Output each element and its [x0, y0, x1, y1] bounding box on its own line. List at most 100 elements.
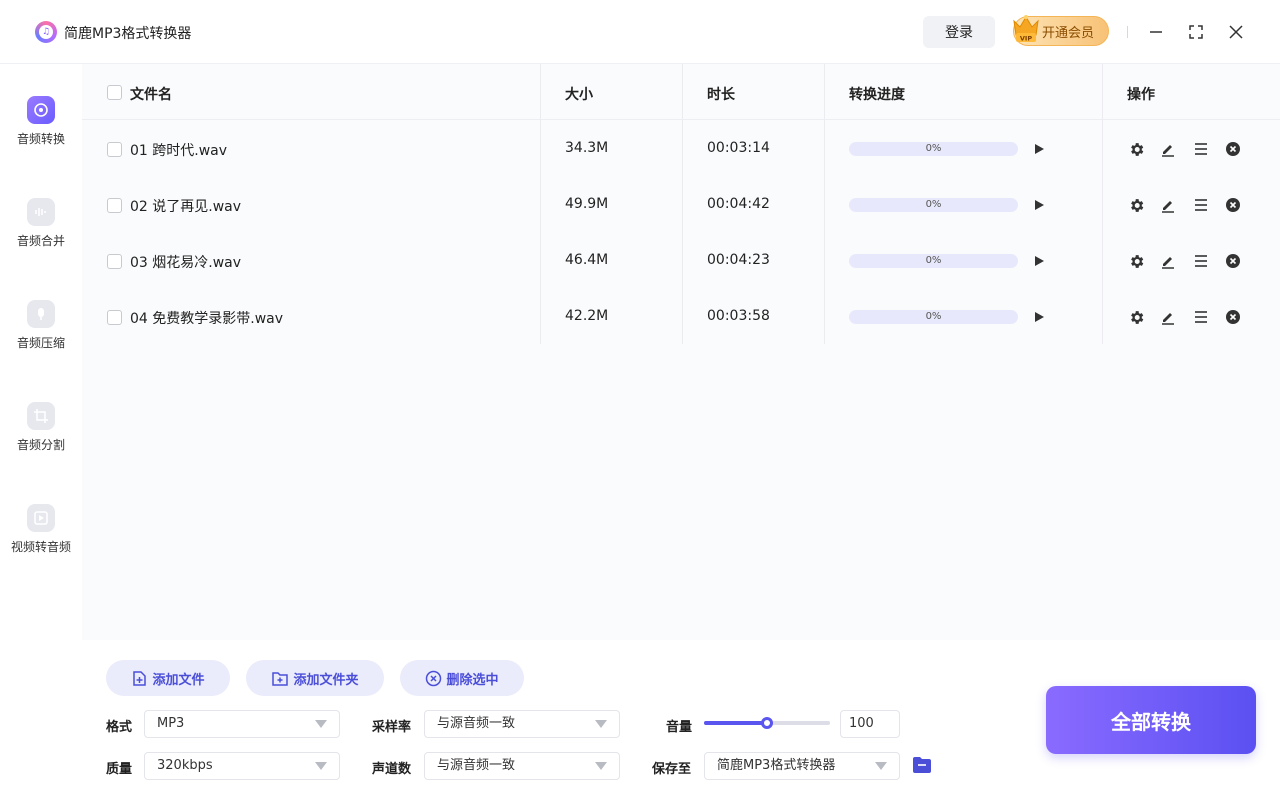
table-row[interactable]: 03 烟花易冷.wav 46.4M 00:04:23 0%	[82, 233, 1280, 289]
pencil-icon	[1162, 201, 1174, 213]
play-icon[interactable]	[1032, 254, 1046, 268]
remove-button[interactable]	[1224, 140, 1242, 158]
caret-down-icon	[595, 762, 607, 770]
list-icon	[1195, 199, 1207, 211]
sidebar: 音频转换 音频合并 音频压缩 音频分割 视频转音频	[0, 64, 82, 800]
settings-button[interactable]	[1127, 140, 1145, 158]
file-size: 46.4M	[565, 252, 609, 268]
file-size: 42.2M	[565, 308, 609, 324]
file-size: 34.3M	[565, 140, 609, 156]
add-file-icon	[133, 670, 147, 686]
delete-selected-button[interactable]: 删除选中	[400, 660, 524, 696]
sidebar-item-audio-convert[interactable]: 音频转换	[0, 96, 82, 176]
add-file-button[interactable]: 添加文件	[106, 660, 230, 696]
row-checkbox[interactable]	[107, 142, 122, 157]
samplerate-value: 与源音频一致	[437, 716, 516, 731]
header-duration: 时长	[707, 87, 735, 103]
volume-slider-fill	[704, 721, 767, 725]
list-icon	[1195, 311, 1207, 323]
volume-slider[interactable]	[704, 717, 830, 729]
add-folder-button[interactable]: 添加文件夹	[246, 660, 384, 696]
row-checkbox[interactable]	[107, 198, 122, 213]
sidebar-item-label: 视频转音频	[10, 540, 71, 554]
caret-down-icon	[315, 720, 327, 728]
header-progress: 转换进度	[849, 87, 905, 103]
edit-button[interactable]	[1159, 252, 1177, 270]
sidebar-item-audio-split[interactable]: 音频分割	[0, 402, 82, 482]
file-duration: 00:03:14	[707, 140, 770, 156]
select-all-checkbox[interactable]	[107, 85, 122, 100]
edit-button[interactable]	[1159, 140, 1177, 158]
row-checkbox[interactable]	[107, 254, 122, 269]
close-button[interactable]	[1224, 20, 1248, 44]
file-size: 49.9M	[565, 196, 609, 212]
channels-select[interactable]: 与源音频一致	[424, 752, 620, 780]
play-icon[interactable]	[1032, 142, 1046, 156]
progress-text: 0%	[925, 143, 942, 154]
row-checkbox[interactable]	[107, 310, 122, 325]
file-name: 04 免费教学录影带.wav	[130, 311, 284, 327]
titlebar-divider	[1127, 26, 1128, 38]
sidebar-item-label: 音频压缩	[16, 336, 65, 350]
sidebar-item-label: 音频分割	[16, 438, 65, 452]
remove-button[interactable]	[1224, 196, 1242, 214]
quality-label: 质量	[106, 762, 133, 777]
file-name: 02 说了再见.wav	[130, 199, 242, 215]
edit-button[interactable]	[1159, 308, 1177, 326]
format-select[interactable]: MP3	[144, 710, 340, 738]
channels-label: 声道数	[372, 762, 412, 777]
progress-bar: 0%	[849, 254, 1018, 268]
close-circle-icon	[1226, 310, 1240, 324]
remove-button[interactable]	[1224, 308, 1242, 326]
sidebar-item-audio-merge[interactable]: 音频合并	[0, 198, 82, 278]
samplerate-select[interactable]: 与源音频一致	[424, 710, 620, 738]
file-name: 01 跨时代.wav	[130, 143, 228, 159]
menu-button[interactable]	[1192, 196, 1210, 214]
volume-input[interactable]: 100	[840, 710, 900, 738]
gear-icon	[1130, 142, 1143, 156]
edit-button[interactable]	[1159, 196, 1177, 214]
maximize-button[interactable]	[1184, 20, 1208, 44]
sidebar-item-audio-compress[interactable]: 音频压缩	[0, 300, 82, 380]
format-value: MP3	[157, 716, 185, 731]
add-folder-icon	[272, 671, 289, 686]
sidebar-item-label: 音频合并	[16, 234, 65, 248]
convert-all-button[interactable]: 全部转换	[1046, 686, 1256, 754]
table-row[interactable]: 04 免费教学录影带.wav 42.2M 00:03:58 0%	[82, 289, 1280, 345]
folder-icon[interactable]	[912, 756, 932, 774]
quality-value: 320kbps	[157, 758, 213, 773]
menu-button[interactable]	[1192, 308, 1210, 326]
file-name: 03 烟花易冷.wav	[130, 255, 242, 271]
volume-label: 音量	[666, 720, 693, 735]
settings-button[interactable]	[1127, 196, 1145, 214]
file-duration: 00:04:23	[707, 252, 770, 268]
sidebar-item-video-to-audio[interactable]: 视频转音频	[0, 504, 82, 584]
play-icon[interactable]	[1032, 310, 1046, 324]
minimize-button[interactable]	[1144, 20, 1168, 44]
play-icon[interactable]	[1032, 198, 1046, 212]
file-duration: 00:03:58	[707, 308, 770, 324]
settings-button[interactable]	[1127, 308, 1145, 326]
caret-down-icon	[875, 762, 887, 770]
quality-select[interactable]: 320kbps	[144, 752, 340, 780]
login-button[interactable]: 登录	[923, 16, 995, 48]
table-row[interactable]: 02 说了再见.wav 49.9M 00:04:42 0%	[82, 177, 1280, 233]
table-header: 文件名 大小 时长 转换进度 操作	[82, 64, 1280, 120]
table-row[interactable]: 01 跨时代.wav 34.3M 00:03:14 0%	[82, 121, 1280, 177]
app-logo-icon: ♫	[35, 21, 57, 43]
settings-button[interactable]	[1127, 252, 1145, 270]
header-size: 大小	[565, 87, 593, 103]
add-folder-label: 添加文件夹	[293, 672, 359, 688]
menu-button[interactable]	[1192, 252, 1210, 270]
saveto-label: 保存至	[652, 762, 692, 777]
close-circle-icon	[1226, 142, 1240, 156]
saveto-select[interactable]: 简鹿MP3格式转换器	[704, 752, 900, 780]
remove-button[interactable]	[1224, 252, 1242, 270]
close-circle-icon	[1226, 198, 1240, 212]
vip-button[interactable]: VIP 开通会员	[1013, 15, 1109, 46]
audio-split-icon	[27, 402, 55, 430]
menu-button[interactable]	[1192, 140, 1210, 158]
audio-compress-icon	[27, 300, 55, 328]
vip-badge-text: VIP	[1020, 35, 1032, 43]
volume-slider-thumb[interactable]	[761, 717, 773, 729]
